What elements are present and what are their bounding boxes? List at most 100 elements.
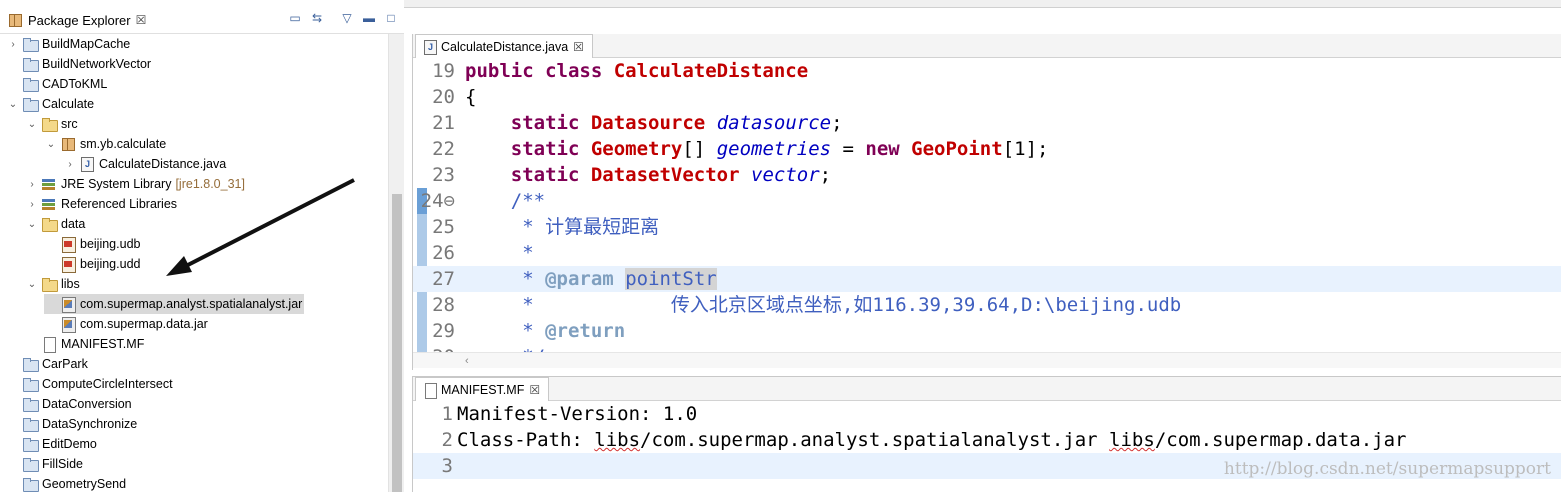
folder-icon	[22, 397, 39, 412]
code-line[interactable]: 19 public class CalculateDistance	[413, 58, 1561, 84]
tree-item-label: DataSynchronize	[42, 417, 138, 431]
code-line[interactable]: 1 Manifest-Version: 1.0	[413, 401, 1561, 427]
tree-item[interactable]: › JRE System Library [jre1.8.0_31]	[25, 174, 245, 194]
link-with-editor-icon[interactable]: ⇆	[309, 10, 325, 26]
code-text: * @return	[522, 320, 626, 342]
tree-item-label: beijing.udd	[80, 257, 141, 271]
folder-icon	[22, 457, 39, 472]
code-line[interactable]: 26 *	[413, 240, 1561, 266]
code-text: * 传入北京区域点坐标,如116.39,39.64,D:\beijing.udb	[522, 294, 1182, 316]
line-number: 3	[441, 455, 453, 477]
yellow-folder-icon	[41, 277, 58, 292]
line-number: 20	[432, 86, 455, 108]
code-text: {	[465, 86, 477, 108]
code-line[interactable]: 21 static Datasource datasource;	[413, 110, 1561, 136]
tree-item-label: MANIFEST.MF	[61, 337, 145, 351]
expand-toggle-icon[interactable]: ⌄	[44, 139, 58, 150]
java-file-icon	[79, 157, 95, 172]
tree-item[interactable]: ⌄ sm.yb.calculate	[44, 134, 166, 154]
folder-icon	[22, 377, 39, 392]
expand-toggle-icon[interactable]: ⌄	[6, 99, 20, 110]
tree-item[interactable]: ⌄ data	[25, 214, 85, 234]
line-number: 22	[432, 138, 455, 160]
expand-toggle-icon[interactable]: ›	[63, 159, 77, 170]
line-number: 28	[432, 294, 455, 316]
expand-toggle-icon[interactable]: ›	[25, 199, 39, 210]
tree-item[interactable]: BuildNetworkVector	[6, 54, 151, 74]
expand-toggle-icon[interactable]: ⌄	[25, 279, 39, 290]
tree-item[interactable]: ⌄ src	[25, 114, 78, 134]
tab-calculatedistance-java[interactable]: CalculateDistance.java ☒	[415, 34, 593, 58]
file-icon	[41, 337, 57, 353]
scroll-left-icon[interactable]: ‹	[465, 355, 469, 367]
tree-item[interactable]: beijing.udd	[44, 254, 140, 274]
expand-toggle-icon[interactable]: ⌄	[25, 219, 39, 230]
code-line[interactable]: 23 static DatasetVector vector;	[413, 162, 1561, 188]
explorer-scrollbar[interactable]	[388, 34, 404, 492]
project-folder-icon	[22, 97, 39, 112]
folder-icon	[22, 57, 39, 72]
tab-manifest-mf[interactable]: MANIFEST.MF ☒	[415, 377, 550, 401]
close-icon[interactable]: ☒	[529, 383, 540, 397]
watermark: http://blog.csdn.net/supermapsupport	[1223, 459, 1551, 479]
tree-item[interactable]: EditDemo	[6, 434, 97, 454]
close-icon[interactable]: ☒	[136, 13, 147, 27]
tree-item[interactable]: › BuildMapCache	[6, 34, 130, 54]
collapse-all-icon[interactable]: ▭	[287, 10, 303, 26]
tree-item[interactable]: beijing.udb	[44, 234, 140, 254]
code-line[interactable]: 2 Class-Path: libs/com.supermap.analyst.s…	[413, 427, 1561, 453]
code-line[interactable]: 29 * @return	[413, 318, 1561, 344]
jar-file-icon	[60, 297, 76, 313]
window-top-strip	[404, 0, 1561, 8]
line-number: 29	[432, 320, 455, 342]
line-number: 1	[441, 403, 453, 425]
tree-item[interactable]: ⌄ Calculate	[6, 94, 94, 114]
maximize-icon[interactable]: □	[383, 10, 399, 26]
code-line[interactable]: 25 * 计算最短距离	[413, 214, 1561, 240]
tree-item-label: BuildMapCache	[42, 37, 131, 51]
tree-item[interactable]: CarPark	[6, 354, 88, 374]
tab-label: Package Explorer	[28, 12, 131, 28]
code-line[interactable]: 27 * @param pointStr	[413, 266, 1561, 292]
minimize-icon[interactable]: ▬	[361, 10, 377, 26]
code-line[interactable]: 28 * 传入北京区域点坐标,如116.39,39.64,D:\beijing.…	[413, 292, 1561, 318]
tree-item[interactable]: GeometrySend	[6, 474, 126, 492]
tree-item[interactable]: com.supermap.data.jar	[44, 314, 208, 334]
folder-icon	[22, 77, 39, 92]
tree-item[interactable]: com.supermap.analyst.spatialanalyst.jar	[44, 294, 305, 314]
tree-item-label: CADToKML	[42, 77, 108, 91]
tree-item[interactable]: › Referenced Libraries	[25, 194, 177, 214]
tree-item[interactable]: CADToKML	[6, 74, 107, 94]
line-number: 27	[432, 268, 455, 290]
tree-item[interactable]: › CalculateDistance.java	[63, 154, 226, 174]
tab-package-explorer[interactable]: Package Explorer ☒	[2, 7, 150, 33]
tree-item-label: GeometrySend	[42, 477, 127, 491]
code-text: static DatasetVector vector;	[510, 164, 832, 186]
tree-item[interactable]: ComputeCircleIntersect	[6, 374, 173, 394]
code-line[interactable]: 20 {	[413, 84, 1561, 110]
package-explorer-tabbar: Package Explorer ☒ ▭ ⇆ ▽ ▬ □	[0, 0, 404, 34]
tree-item[interactable]: DataConversion	[6, 394, 132, 414]
yellow-folder-icon	[41, 217, 58, 232]
tab-label: CalculateDistance.java	[441, 39, 569, 54]
tree-item[interactable]: FillSide	[6, 454, 83, 474]
project-folder-icon	[22, 37, 39, 52]
code-text: Manifest-Version: 1.0	[457, 403, 698, 425]
line-number: 19	[432, 60, 455, 82]
tree-item[interactable]: MANIFEST.MF	[25, 334, 144, 354]
line-number: 25	[432, 216, 455, 238]
tree-item[interactable]: DataSynchronize	[6, 414, 137, 434]
code-line[interactable]: 22 static Geometry[] geometries = new Ge…	[413, 136, 1561, 162]
horizontal-scrollbar[interactable]: ‹	[413, 352, 1561, 368]
close-icon[interactable]: ☒	[573, 40, 584, 54]
expand-toggle-icon[interactable]: ›	[6, 39, 20, 50]
code-line[interactable]: 24⊖ /**	[413, 188, 1561, 214]
view-menu-icon[interactable]: ▽	[339, 10, 355, 26]
code-area[interactable]: 19 public class CalculateDistance 20 {21 st…	[413, 58, 1561, 352]
expand-toggle-icon[interactable]: ⌄	[25, 119, 39, 130]
code-line[interactable]: 30 */	[413, 344, 1561, 352]
tree-item[interactable]: ⌄ libs	[25, 274, 80, 294]
jar-file-icon	[60, 317, 76, 333]
expand-toggle-icon[interactable]: ›	[25, 179, 39, 190]
scrollbar-thumb[interactable]	[392, 194, 402, 492]
